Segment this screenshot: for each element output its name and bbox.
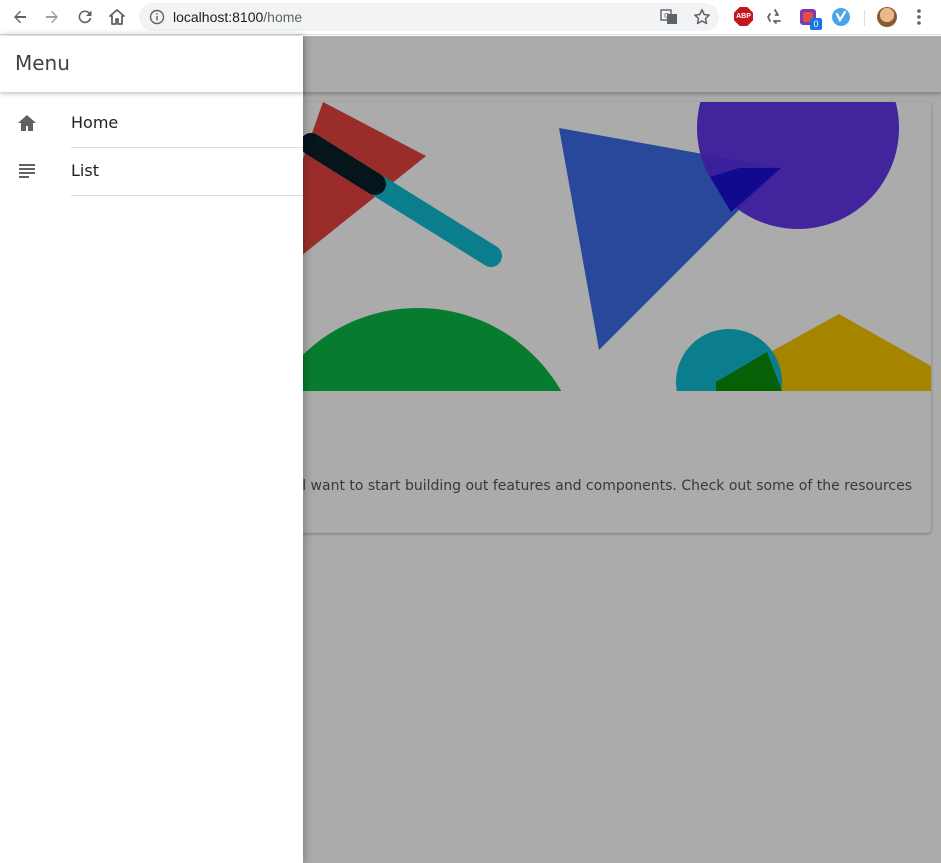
menu-item-list[interactable]: List	[0, 148, 303, 196]
back-icon	[14, 10, 26, 24]
browser-toolbar: localhost:8100/home G ABP 0	[0, 0, 941, 35]
star-icon[interactable]	[693, 8, 711, 26]
adblock-extension-icon[interactable]: ABP	[734, 7, 753, 26]
home-button[interactable]	[103, 4, 131, 30]
recycle-icon[interactable]	[765, 7, 785, 27]
home-icon	[18, 115, 36, 131]
avatar[interactable]	[877, 7, 897, 27]
menu-item-label: Home	[71, 113, 119, 132]
menu-toolbar: Menu	[0, 36, 303, 92]
forward-icon	[46, 10, 58, 24]
url-text[interactable]: localhost:8100/home	[173, 9, 302, 25]
info-icon[interactable]	[149, 9, 165, 25]
side-menu: Menu Home List	[0, 36, 303, 863]
svg-text:G: G	[664, 12, 669, 20]
address-bar[interactable]: localhost:8100/home G	[139, 3, 719, 31]
abp-label: ABP	[736, 13, 751, 20]
url-path: /home	[263, 9, 303, 25]
menu-item-label: List	[71, 161, 99, 180]
menu-divider	[71, 195, 303, 196]
reload-button[interactable]	[71, 4, 99, 30]
menu-title: Menu	[15, 51, 70, 75]
menu-item-home[interactable]: Home	[0, 100, 303, 148]
toolbar-divider	[864, 10, 865, 26]
home-icon	[109, 9, 125, 25]
more-icon[interactable]	[909, 7, 929, 27]
translate-icon[interactable]: G	[660, 8, 678, 26]
back-button[interactable]	[6, 4, 34, 30]
reload-icon	[78, 10, 92, 24]
url-host: localhost:8100	[173, 9, 264, 25]
list-icon	[19, 164, 35, 178]
vpn-extension-icon[interactable]	[831, 7, 851, 27]
extension-badge: 0	[810, 18, 822, 30]
forward-button[interactable]	[38, 4, 66, 30]
